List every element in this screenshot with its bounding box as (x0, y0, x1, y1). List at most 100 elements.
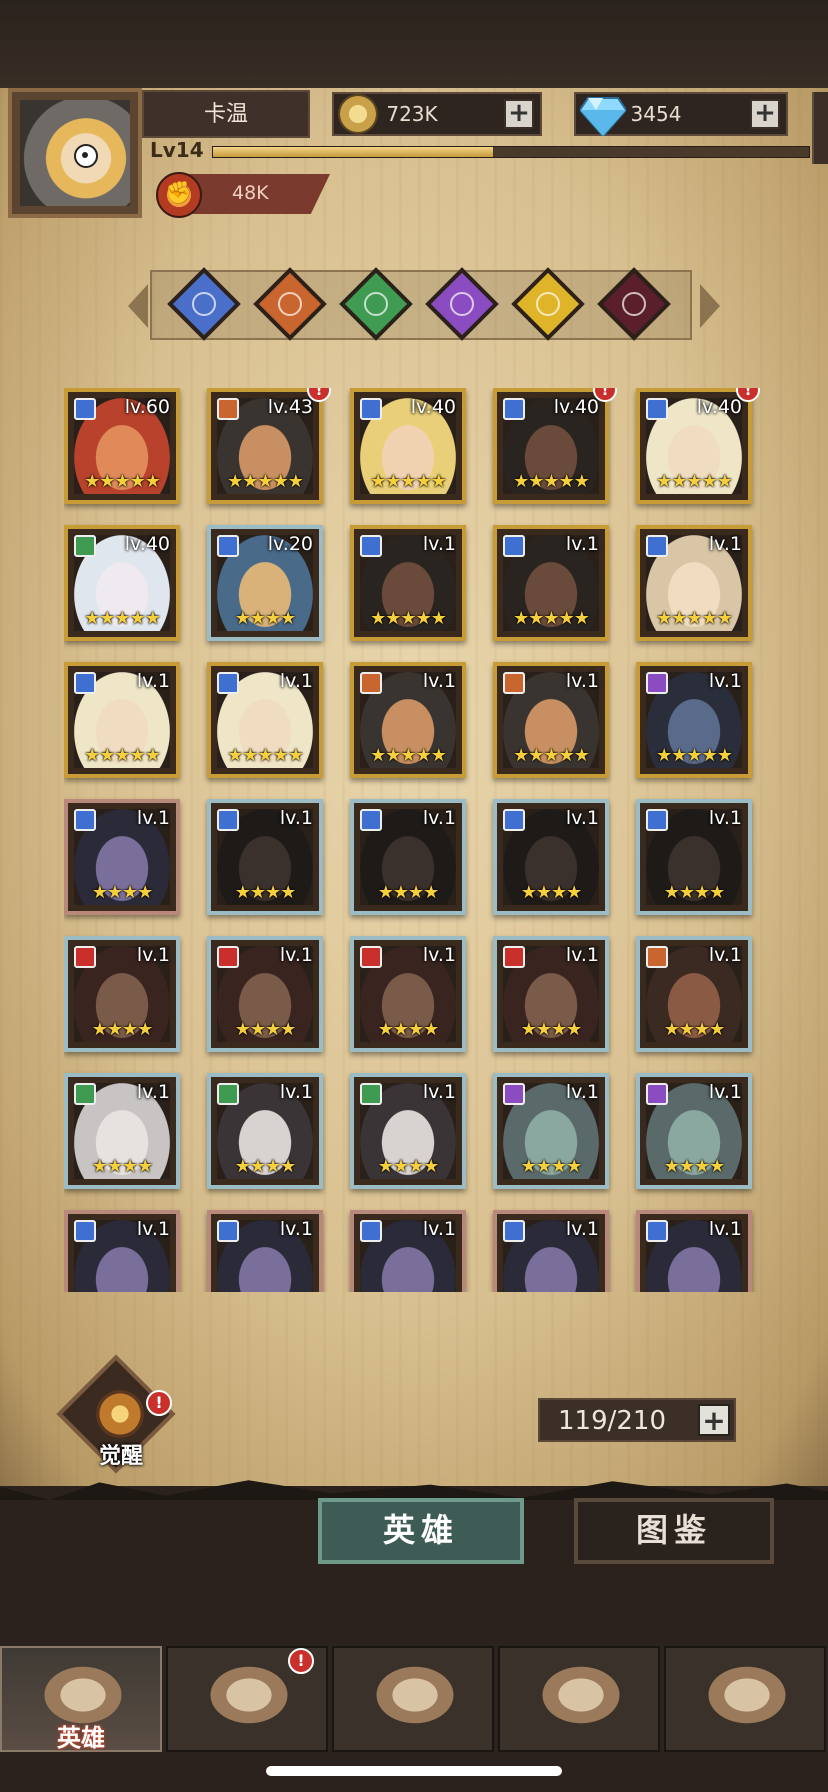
hero-card[interactable]: lv.1★★★★ (207, 1073, 323, 1189)
hero-card[interactable]: lv.1 ★★★★★ (493, 662, 609, 778)
hero-card[interactable]: lv.1★★★★ (207, 1210, 323, 1292)
hero-level: lv.40 (124, 533, 170, 555)
hero-card[interactable]: lv.40 ★★★★★! (493, 388, 617, 504)
hero-class-icon (646, 672, 668, 694)
hero-stars: ★★★★ (234, 1019, 297, 1040)
nav-castle[interactable] (498, 1646, 660, 1752)
filter-emblem (536, 292, 560, 316)
hero-card[interactable]: lv.1 ★★★★ (493, 936, 609, 1052)
filter-right-arrow-icon[interactable] (700, 284, 720, 328)
tab-codex[interactable]: 图鉴 (574, 1498, 774, 1564)
hero-card[interactable]: lv.1★★★★ (207, 799, 323, 915)
hero-card[interactable]: lv.1 ★★★★★ (350, 525, 466, 641)
hero-level: lv.1 (565, 944, 599, 966)
hero-card[interactable]: lv.1★★★★ (207, 936, 323, 1052)
hero-level: lv.1 (565, 807, 599, 829)
hero-stars: ★★★★★ (370, 745, 447, 766)
hero-card[interactable]: lv.1★★★★ (493, 799, 609, 915)
hero-card[interactable]: lv.1★★★★ (493, 1073, 609, 1189)
hero-stars: ★★★★ (663, 882, 726, 903)
hero-class-icon (360, 1220, 382, 1242)
nav-battle[interactable] (332, 1646, 494, 1752)
hero-card[interactable]: lv.40 ★★★★★ (64, 525, 180, 641)
hero-level: lv.1 (422, 670, 456, 692)
hero-stars: ★★★★★ (513, 471, 590, 492)
hero-stars: ★★★★★ (84, 471, 161, 492)
hero-class-icon (503, 946, 525, 968)
hero-level: lv.1 (422, 1218, 456, 1240)
hero-card[interactable]: lv.1 ★★★★★ (493, 525, 609, 641)
hero-level: lv.1 (136, 1218, 170, 1240)
hero-stars: ★★★★★ (370, 608, 447, 629)
nav-guild[interactable] (664, 1646, 826, 1752)
hero-class-icon (646, 398, 668, 420)
hero-card[interactable]: lv.1★★★★ (350, 936, 466, 1052)
hero-card[interactable]: lv.1★★★★ (350, 1073, 466, 1189)
add-diamond-button[interactable]: + (750, 99, 780, 129)
hero-card[interactable]: lv.1★★★★ (350, 1210, 466, 1292)
filter-emblem (450, 292, 474, 316)
hero-stars: ★★★★★ (227, 471, 304, 492)
player-avatar[interactable] (8, 88, 142, 218)
hero-card[interactable]: lv.1★★★★ (64, 1073, 180, 1189)
hero-card[interactable]: lv.1★★★★ (64, 799, 180, 915)
hero-class-icon (217, 809, 239, 831)
hero-level: lv.1 (708, 670, 742, 692)
nav-heroes[interactable]: 英雄 (0, 1646, 162, 1752)
hero-card[interactable]: lv.1 ★★★★★ (207, 662, 323, 778)
hero-card[interactable]: lv.1★★★★ (64, 936, 180, 1052)
hero-class-icon (503, 809, 525, 831)
avatar-eye (74, 144, 98, 168)
hero-class-icon (646, 1083, 668, 1105)
hero-card[interactable]: lv.1 ★★★★★ (64, 662, 180, 778)
hero-card[interactable]: lv.1★★★★ (64, 1210, 180, 1292)
hero-card[interactable]: lv.1★★★★ (636, 1210, 752, 1292)
hero-stars: ★★★★ (377, 1019, 440, 1040)
hero-card[interactable]: lv.1★★★★ (636, 936, 752, 1052)
top-status-area (0, 0, 828, 92)
hero-level: lv.43 (267, 396, 313, 418)
hero-stars: ★★★★ (91, 882, 154, 903)
hero-class-icon (74, 535, 96, 557)
hero-card[interactable]: lv.1★★★★ (493, 1210, 609, 1292)
hero-class-icon (503, 1083, 525, 1105)
hero-card[interactable]: lv.1★★★★ (350, 799, 466, 915)
hero-card[interactable]: lv.40 ★★★★★ (350, 388, 466, 504)
awaken-label: 觉醒 (98, 1444, 143, 1469)
home-indicator (266, 1766, 562, 1776)
hero-card[interactable]: lv.40 ★★★★★! (636, 388, 760, 504)
hero-card[interactable]: lv.1★★★★ (636, 1073, 752, 1189)
hero-stars: ★★★★ (234, 608, 297, 629)
hero-level: lv.1 (279, 1218, 313, 1240)
gold-coin-icon (338, 94, 378, 134)
filter-emblem (364, 292, 388, 316)
hero-stars: ★★★★★ (227, 745, 304, 766)
hero-class-icon (217, 672, 239, 694)
fist-icon: ✊ (156, 172, 202, 218)
hero-class-icon (217, 1220, 239, 1242)
hero-class-icon (217, 535, 239, 557)
hero-card[interactable]: lv.60 ★★★★★ (64, 388, 180, 504)
hero-level: lv.1 (565, 1218, 599, 1240)
expand-capacity-button[interactable]: + (698, 1404, 730, 1436)
hero-card[interactable]: lv.1 ★★★★ (636, 799, 752, 915)
awaken-alert-badge: ! (146, 1390, 172, 1416)
castle-icon (536, 1662, 626, 1728)
tab-heroes[interactable]: 英雄 (318, 1498, 524, 1564)
handshake-crest-icon (702, 1662, 792, 1728)
hero-card[interactable]: lv.43 ★★★★★! (207, 388, 331, 504)
hero-level: lv.1 (708, 807, 742, 829)
filter-left-arrow-icon[interactable] (128, 284, 148, 328)
hero-class-icon (503, 535, 525, 557)
add-gold-button[interactable]: + (504, 99, 534, 129)
hero-card[interactable]: lv.1 ★★★★★ (636, 525, 752, 641)
hero-card[interactable]: lv.1 ★★★★★ (636, 662, 752, 778)
hero-stars: ★★★★ (663, 1156, 726, 1177)
hero-stars: ★★★★★ (656, 608, 733, 629)
hero-card[interactable]: lv.1 ★★★★★ (350, 662, 466, 778)
hero-stars: ★★★★★ (656, 471, 733, 492)
hero-class-icon (360, 672, 382, 694)
hero-level: lv.1 (136, 670, 170, 692)
hero-stars: ★★★★ (520, 1019, 583, 1040)
hero-card[interactable]: lv.20 ★★★★ (207, 525, 323, 641)
